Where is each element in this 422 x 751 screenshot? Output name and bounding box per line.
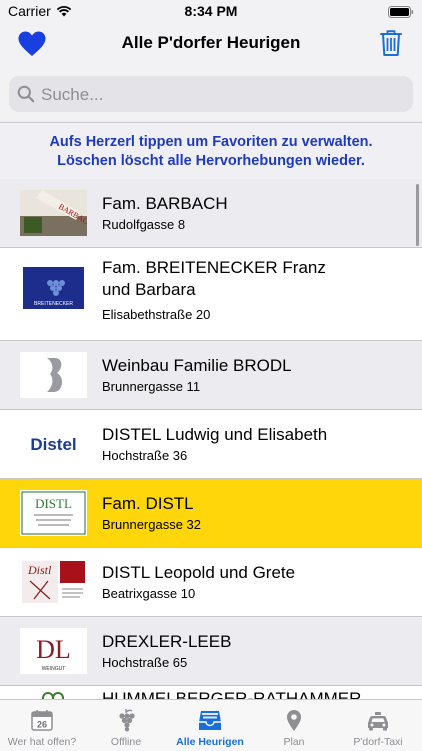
drexler-logo-text: DL (36, 635, 71, 664)
info-banner: Aufs Herzerl tippen um Favoriten zu verw… (0, 123, 422, 179)
item-address: Elisabethstraße 20 (102, 307, 211, 322)
page-title: Alle P'dorfer Heurigen (121, 33, 301, 52)
distel-logo: Distel (20, 421, 87, 467)
drexler-logo-subtext: WEINGUT (42, 666, 66, 672)
tab-label: Wer hat offen? (7, 736, 77, 748)
item-name: DISTL Leopold und Grete (102, 563, 296, 582)
info-line-2: Löschen löscht alle Hervorhebungen wiede… (57, 153, 365, 169)
item-name: Weinbau Familie BRODL (102, 356, 292, 375)
list-item[interactable]: Distel DISTEL Ludwig und Elisabeth Hochs… (0, 410, 422, 479)
tab-label: Offline (110, 736, 142, 748)
list-item[interactable]: BARBACH Fam. BARBACH Rudolfgasse 8 (0, 179, 422, 248)
list-item[interactable]: Weinbau Familie BRODL Brunnergasse 11 (0, 341, 422, 410)
battery-icon (388, 5, 414, 23)
distl-logo: DISTL (20, 490, 87, 536)
tab-label: Alle Heurigen (176, 736, 244, 748)
status-bar: Carrier 8:34 PM (0, 0, 422, 22)
list-item[interactable]: Distl DISTL Leopold und Grete Beatrixgas… (0, 548, 422, 617)
search-icon (17, 85, 35, 108)
info-line-1: Aufs Herzerl tippen um Favoriten zu verw… (49, 134, 373, 150)
search-field[interactable] (9, 76, 413, 114)
heurigen-list: BARBACH Fam. BARBACH Rudolfgasse 8 BREIT… (0, 179, 422, 699)
calendar-icon: 26 (30, 708, 54, 732)
drexler-leeb-logo: DL WEINGUT (20, 628, 87, 674)
item-address: Beatrixgasse 10 (102, 586, 196, 601)
item-name: Fam. BARBACH (102, 194, 228, 213)
tray-icon (198, 708, 222, 732)
tab-wer-hat-offen[interactable]: 26 Wer hat offen? (0, 700, 84, 751)
item-address: Brunnergasse 32 (102, 517, 202, 532)
tab-offline[interactable]: Offline (84, 700, 168, 751)
tab-label: Plan (283, 736, 305, 748)
grapes-icon (114, 708, 138, 732)
list-item[interactable]: DL WEINGUT DREXLER-LEEB Hochstraße 65 (0, 617, 422, 686)
hummelberger-logo (20, 690, 87, 699)
breitenecker-logo: BREITENECKER (20, 265, 87, 311)
tab-label: P'dorf-Taxi (353, 736, 403, 748)
calendar-day: 26 (37, 720, 47, 730)
scroll-indicator[interactable] (416, 184, 419, 246)
item-address: Hochstraße 36 (102, 448, 188, 463)
tab-bar: 26 Wer hat offen? Offline Alle Heurigen … (0, 699, 422, 751)
breitenecker-logo-text: BREITENECKER (34, 301, 73, 307)
list-item[interactable]: BREITENECKER Fam. BREITENECKER Franz und… (0, 248, 422, 341)
navigation-bar: Alle P'dorfer Heurigen (0, 22, 422, 66)
clock: 8:34 PM (184, 3, 238, 19)
tab-taxi[interactable]: P'dorf-Taxi (336, 700, 420, 751)
brodl-logo (20, 352, 87, 398)
list-item[interactable]: HUMMELBERGER-RATHAMMER (0, 686, 422, 699)
distl-leopold-logo-text: Distl (27, 563, 52, 577)
distl-logo-text: DISTL (35, 496, 72, 511)
tab-alle-heurigen[interactable]: Alle Heurigen (168, 700, 252, 751)
taxi-icon (366, 708, 390, 732)
tab-plan[interactable]: Plan (252, 700, 336, 751)
item-name: Fam. DISTL (102, 494, 194, 513)
item-name: HUMMELBERGER-RATHAMMER (102, 689, 362, 699)
trash-icon[interactable] (380, 29, 402, 62)
distel-logo-text: Distel (30, 435, 76, 454)
search-bar (0, 66, 422, 123)
list-item-highlighted[interactable]: DISTL Fam. DISTL Brunnergasse 32 (0, 479, 422, 548)
barbach-logo: BARBACH (20, 190, 87, 236)
item-address: Rudolfgasse 8 (102, 217, 186, 232)
item-name: DREXLER-LEEB (102, 632, 232, 651)
map-pin-icon (282, 708, 306, 732)
item-address: Brunnergasse 11 (102, 379, 201, 394)
item-name: Fam. BREITENECKER Franz und Barbara (102, 258, 326, 299)
item-name: DISTEL Ludwig und Elisabeth (102, 425, 328, 444)
distl-leopold-logo: Distl (20, 559, 87, 605)
search-input[interactable] (39, 76, 403, 114)
item-address: Hochstraße 65 (102, 655, 188, 670)
